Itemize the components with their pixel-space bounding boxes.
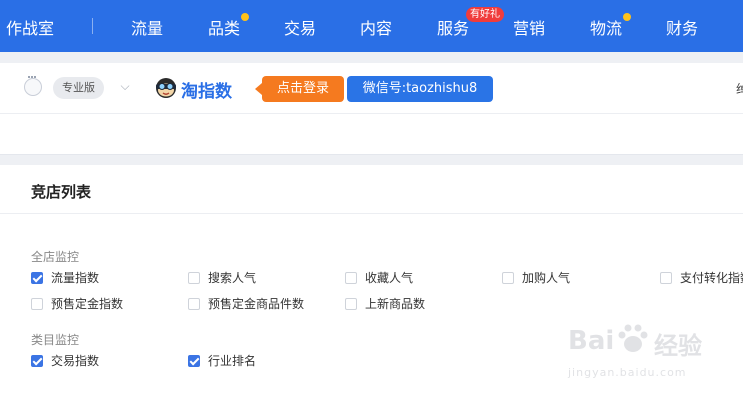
nav-item-traffic[interactable]: 流量 [131,15,163,39]
card-title: 竞店列表 [31,183,92,201]
checkbox-box[interactable] [188,355,200,367]
truncated-text: 绰 [736,82,743,96]
checkbox-box[interactable] [345,298,357,310]
top-nav-bar: 作战室 流量 品类 交易 内容 服务 有好礼 营销 物流 财务 [0,0,743,52]
option-label: 收藏人气 [365,271,414,285]
nav-item-category[interactable]: 品类 [208,13,250,39]
wechat-id-badge: 微信号:taozhishu8 [347,76,493,102]
nav-item-marketing[interactable]: 营销 [513,15,545,39]
chevron-down-icon[interactable]: ⌵ [118,79,132,93]
plugin-name[interactable]: 淘指数 [181,77,232,102]
nav-separator [92,18,93,34]
group-label-category-monitor: 类目监控 [31,333,80,347]
nav-item-service[interactable]: 服务 [437,15,469,39]
watermark-text: 经验 [654,332,702,360]
edition-badge: 专业版 [53,77,104,99]
option-label: 流量指数 [51,271,100,285]
option-label: 预售定金指数 [51,297,124,311]
nav-item-content[interactable]: 内容 [360,15,392,39]
option-label: 搜索人气 [208,271,257,285]
nav-item-finance[interactable]: 财务 [666,15,698,39]
group-label-shop-monitor: 全店监控 [31,250,80,264]
watermark-text: Bai [568,326,615,356]
checkbox-box[interactable] [31,298,43,310]
mascot-icon [156,78,176,98]
checkbox-box[interactable] [502,272,514,284]
checkbox-box[interactable] [31,272,43,284]
checkbox-box[interactable] [188,298,200,310]
notification-dot [623,13,632,21]
nav-item-transaction[interactable]: 交易 [284,15,316,39]
checkbox-box[interactable] [31,355,43,367]
login-button[interactable]: 点击登录 [255,76,344,102]
baidu-jingyan-watermark: Bai 经验 jingyan.baidu.com [568,318,740,384]
option-label: 交易指数 [51,354,100,368]
brand-title[interactable]: 作战室 [6,15,54,39]
nav-item-category-label: 品类 [208,19,241,38]
option-label: 支付转化指数 [680,271,743,285]
toolbar-divider [0,113,743,114]
paw-icon [618,324,648,352]
option-label: 加购人气 [522,271,571,285]
gift-badge: 有好礼 [466,7,504,22]
option-label: 上新商品数 [365,297,426,311]
checkbox-box[interactable] [345,272,357,284]
shop-avatar-icon[interactable] [24,76,42,96]
option-label: 预售定金商品件数 [208,297,305,311]
nav-item-logistics-label: 物流 [590,19,623,38]
nav-item-logistics[interactable]: 物流 [590,13,632,39]
option-label: 行业排名 [208,354,257,368]
checkbox-box[interactable] [188,272,200,284]
card-divider [0,213,743,214]
watermark-url: jingyan.baidu.com [568,366,687,379]
checkbox-box[interactable] [660,272,672,284]
notification-dot [241,13,250,21]
